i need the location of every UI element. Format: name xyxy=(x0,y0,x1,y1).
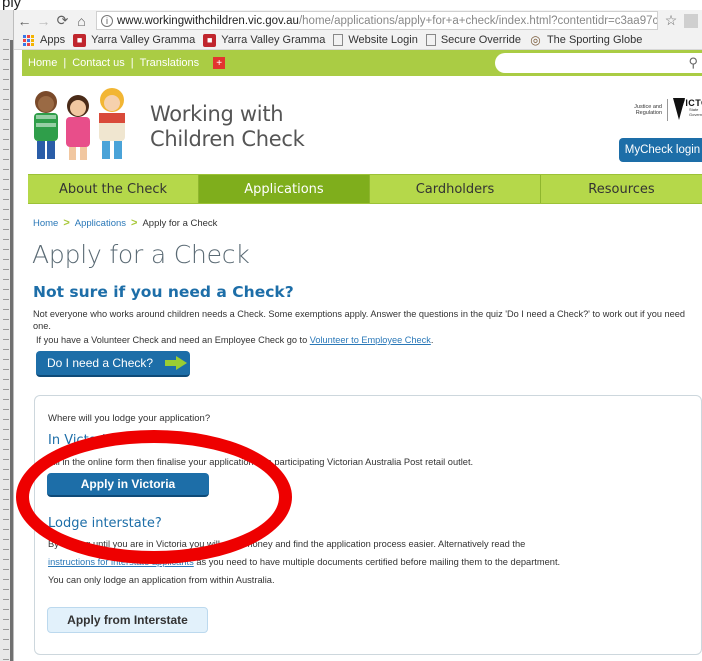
logo-divider xyxy=(667,99,668,121)
bookmark-label: Secure Override xyxy=(440,34,521,46)
breadcrumb: Home > Applications > Apply for a Check xyxy=(33,217,217,229)
utility-home-link[interactable]: Home xyxy=(28,57,57,69)
bookmark-label: Yarra Valley Gramma xyxy=(221,34,326,46)
bookmark-yarra-1[interactable]: ■ Yarra Valley Gramma xyxy=(73,33,196,47)
ruler-ticks xyxy=(3,30,9,661)
reload-icon[interactable]: ⟳ xyxy=(54,12,71,29)
section-heading: Not sure if you need a Check? xyxy=(33,283,294,301)
bookmark-secure-override[interactable]: Secure Override xyxy=(425,34,521,46)
bookmark-label: Yarra Valley Gramma xyxy=(91,34,196,46)
nav-cardholders[interactable]: Cardholders xyxy=(370,175,541,203)
site-brand-title[interactable]: Working with Children Check xyxy=(150,102,305,152)
star-bookmark-icon[interactable]: ☆ xyxy=(662,12,680,29)
panel-question: Where will you lodge your application? xyxy=(48,413,211,424)
left-window-edge xyxy=(0,10,14,661)
apply-from-interstate-button[interactable]: Apply from Interstate xyxy=(47,607,208,633)
forward-arrow-icon[interactable]: → xyxy=(35,12,52,29)
bookmark-label: Apps xyxy=(40,34,66,46)
interstate-instructions-line: instructions for interstate applicants a… xyxy=(48,557,560,567)
separator: | xyxy=(130,57,134,69)
volunteer-text: If you have a Volunteer Check and need a… xyxy=(36,335,310,345)
volunteer-paragraph: If you have a Volunteer Check and need a… xyxy=(36,335,433,345)
victoria-government-logo[interactable]: Justice and Regulation VICTORIA State Go… xyxy=(607,96,702,126)
button-label: Do I need a Check? xyxy=(47,356,154,370)
translate-plus-icon[interactable]: + xyxy=(213,57,226,69)
utility-bar: Home | Contact us | Translations + ⚲ xyxy=(22,50,702,76)
interstate-instructions-link[interactable]: instructions for interstate applicants xyxy=(48,557,194,567)
breadcrumb-home[interactable]: Home xyxy=(33,218,58,229)
separator: | xyxy=(63,57,67,69)
lodge-application-panel: Where will you lodge your application? I… xyxy=(34,395,702,655)
breadcrumb-applications[interactable]: Applications xyxy=(75,218,126,229)
justice-regulation-label: Justice and Regulation xyxy=(634,104,662,116)
search-icon[interactable]: ⚲ xyxy=(688,55,698,71)
bookmark-apps[interactable]: Apps xyxy=(22,34,65,47)
apply-in-victoria-button[interactable]: Apply in Victoria xyxy=(47,473,209,497)
website: Home | Contact us | Translations + ⚲ Wor… xyxy=(22,50,702,661)
bookmark-yarra-2[interactable]: ■ Yarra Valley Gramma xyxy=(203,33,326,47)
url-host: www.workingwithchildren.vic.gov.au xyxy=(117,14,299,27)
victoria-description: Fill in the online form then finalise yo… xyxy=(48,457,474,467)
school-crest-icon: ■ xyxy=(73,33,87,47)
instructions-suffix: as you need to have multiple documents c… xyxy=(193,557,561,567)
volunteer-to-employee-link[interactable]: Volunteer to Employee Check xyxy=(310,335,431,345)
nav-applications[interactable]: Applications xyxy=(199,175,370,203)
home-icon[interactable]: ⌂ xyxy=(73,12,90,29)
period: . xyxy=(430,335,434,345)
breadcrumb-current: Apply for a Check xyxy=(142,217,218,229)
page-icon xyxy=(425,34,436,46)
bookmarks-bar: Apps ■ Yarra Valley Gramma ■ Yarra Valle… xyxy=(14,31,702,50)
window-title-strip: ply xyxy=(0,0,702,11)
apps-grid-icon xyxy=(22,34,35,47)
lodge-interstate-heading: Lodge interstate? xyxy=(48,516,162,531)
browser-chrome: ← → ⟳ ⌂ i www.workingwithchildren.vic.go… xyxy=(14,10,702,50)
extension-icon[interactable] xyxy=(684,13,698,28)
breadcrumb-chevron-icon: > xyxy=(131,217,138,229)
breadcrumb-chevron-icon: > xyxy=(63,217,70,229)
site-header: Working with Children Check Justice and … xyxy=(22,76,702,174)
bookmark-label: The Sporting Globe xyxy=(546,34,643,46)
back-arrow-icon[interactable]: ← xyxy=(16,12,33,29)
bookmark-website-login[interactable]: Website Login xyxy=(333,34,418,46)
page-title: Apply for a Check xyxy=(32,240,250,269)
state-government-label: State Government xyxy=(689,107,702,117)
info-icon[interactable]: i xyxy=(101,14,113,27)
url-input[interactable]: i www.workingwithchildren.vic.gov.au/hom… xyxy=(96,11,658,30)
mycheck-login-button[interactable]: MyCheck login xyxy=(619,138,702,162)
edge-scrollbar[interactable] xyxy=(10,40,13,661)
interstate-description: By waiting until you are in Victoria you… xyxy=(48,539,526,549)
url-path: /home/applications/apply+for+a+check/ind… xyxy=(298,14,658,27)
bookmark-label: Website Login xyxy=(348,34,418,46)
page-icon xyxy=(333,34,344,46)
main-navigation: About the Check Applications Cardholders… xyxy=(28,174,702,204)
children-illustration-logo[interactable] xyxy=(26,82,138,162)
do-i-need-a-check-button[interactable]: Do I need a Check? xyxy=(36,351,190,377)
globe-icon: ◎ xyxy=(530,33,541,47)
address-bar-row: ← → ⟳ ⌂ i www.workingwithchildren.vic.go… xyxy=(14,10,702,31)
utility-contact-link[interactable]: Contact us xyxy=(72,57,125,69)
utility-translations-link[interactable]: Translations xyxy=(140,57,200,69)
intro-paragraph: Not everyone who works around children n… xyxy=(33,309,685,331)
arrow-right-icon xyxy=(165,356,188,370)
nav-resources[interactable]: Resources xyxy=(541,175,702,203)
brand-line-1: Working with xyxy=(150,102,284,126)
school-crest-icon: ■ xyxy=(203,33,217,47)
site-search-input[interactable]: ⚲ xyxy=(495,53,702,73)
nav-about-the-check[interactable]: About the Check xyxy=(28,175,199,203)
bookmark-sporting-globe[interactable]: ◎ The Sporting Globe xyxy=(529,33,643,47)
australia-only-note: You can only lodge an application from w… xyxy=(48,575,275,585)
in-victoria-heading: In Victoria xyxy=(48,433,114,448)
brand-line-2: Children Check xyxy=(150,127,305,151)
